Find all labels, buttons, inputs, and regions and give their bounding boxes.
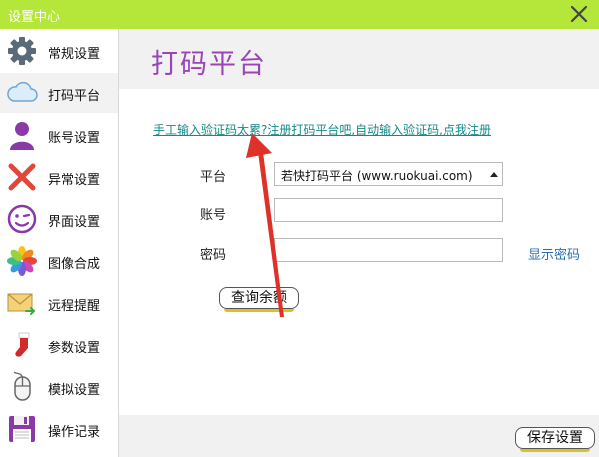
sidebar-item-label: 模拟设置 xyxy=(48,383,101,398)
sidebar-item-label: 账号设置 xyxy=(48,131,101,146)
sidebar-item-label: 图像合成 xyxy=(48,257,101,272)
sidebar-item-general[interactable]: 常规设置 xyxy=(0,31,118,71)
floppy-disk-icon xyxy=(9,416,35,442)
envelope-icon xyxy=(7,293,36,315)
sidebar-item-label: 界面设置 xyxy=(48,215,101,230)
save-settings-button[interactable]: 保存设置 xyxy=(515,427,595,452)
password-input[interactable] xyxy=(274,238,503,262)
sidebar-item-parameters[interactable]: 参数设置 xyxy=(0,325,118,365)
sidebar-item-exception[interactable]: 异常设置 xyxy=(0,157,118,197)
sidebar-item-label: 异常设置 xyxy=(48,173,101,188)
sidebar-item-image-compose[interactable]: 图像合成 xyxy=(0,241,118,281)
password-label: 密码 xyxy=(200,248,227,263)
red-x-icon xyxy=(8,163,36,191)
platform-label: 平台 xyxy=(200,170,227,185)
gear-icon xyxy=(8,37,36,65)
stocking-icon xyxy=(15,332,30,357)
sidebar-item-label: 远程提醒 xyxy=(48,299,101,314)
sidebar-item-label: 常规设置 xyxy=(48,47,101,62)
query-balance-button[interactable]: 查询余额 xyxy=(219,287,299,312)
mouse-icon xyxy=(13,371,31,401)
account-input[interactable] xyxy=(274,198,503,222)
show-password-link[interactable]: 显示密码 xyxy=(528,244,580,263)
title-bar: 设置中心 xyxy=(0,0,599,29)
sidebar-item-simulation[interactable]: 模拟设置 xyxy=(0,367,118,407)
dropdown-arrow-icon[interactable] xyxy=(490,172,498,177)
sidebar-item-captcha-platform[interactable]: 打码平台 xyxy=(0,73,118,113)
platform-select-value: 若快打码平台 (www.ruokuai.com) xyxy=(281,169,473,183)
platform-select[interactable]: 若快打码平台 (www.ruokuai.com) xyxy=(274,162,503,186)
sidebar-item-remote-alert[interactable]: 远程提醒 xyxy=(0,283,118,323)
close-icon[interactable] xyxy=(569,4,589,24)
sidebar-item-label: 参数设置 xyxy=(48,341,101,356)
account-label: 账号 xyxy=(200,208,227,223)
sidebar: 常规设置 打码平台 账号设置 异常设置 界面设置 图像合成 远程提醒 参数设置 … xyxy=(0,29,118,457)
page-header: 打码平台 xyxy=(119,29,599,89)
photos-icon xyxy=(7,246,37,276)
user-icon xyxy=(10,122,34,150)
register-promo-link[interactable]: 手工输入验证码太累?注册打码平台吧,自动输入验证码,点我注册 xyxy=(153,121,491,138)
smiley-icon xyxy=(7,204,37,234)
window-title: 设置中心 xyxy=(8,10,61,25)
sidebar-item-label: 打码平台 xyxy=(48,89,101,104)
sidebar-item-interface[interactable]: 界面设置 xyxy=(0,199,118,239)
page-title: 打码平台 xyxy=(151,49,267,80)
cloud-icon xyxy=(7,81,38,102)
sidebar-item-account[interactable]: 账号设置 xyxy=(0,115,118,155)
main-panel: 打码平台 手工输入验证码太累?注册打码平台吧,自动输入验证码,点我注册 平台 若… xyxy=(119,29,599,457)
sidebar-item-label: 操作记录 xyxy=(48,425,101,440)
sidebar-item-operation-log[interactable]: 操作记录 xyxy=(0,409,118,449)
